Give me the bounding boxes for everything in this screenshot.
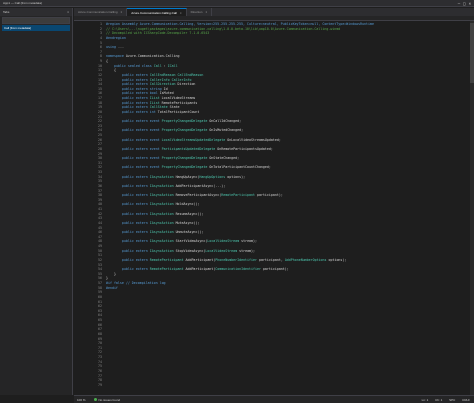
cursor-position: Ln: 1 Ch: 1 SPC CRLF xyxy=(416,398,474,402)
tab-calling[interactable]: Azure.Communication.Calling × xyxy=(74,8,128,16)
check-icon xyxy=(93,398,97,401)
column-indicator: Ch: 1 xyxy=(435,397,443,402)
minimize-icon[interactable]: – xyxy=(458,1,460,6)
code-editor[interactable]: 1 2 3 4 5 6 7 8 9 10 11 12 13 14 15 16 17 18 19 20 21 22 23 24 2… xyxy=(74,21,474,395)
tab-call[interactable]: Azure.Communication.Calling.Call × xyxy=(127,8,187,16)
close-icon[interactable]: × xyxy=(205,10,207,14)
tab-direction[interactable]: Direction × xyxy=(187,8,213,16)
tabs-panel-header: Tabs × xyxy=(0,8,72,16)
close-icon[interactable]: × xyxy=(67,10,72,14)
issues-indicator[interactable]: No issues found xyxy=(93,397,121,402)
tab-label: Azure.Communication.Calling.Call xyxy=(131,10,177,15)
line-numbers: 1 2 3 4 5 6 7 8 9 10 11 12 13 14 15 16 17 18 19 20 21 22 23 24 2… xyxy=(74,21,104,387)
scrollbar-thumb[interactable] xyxy=(470,23,474,83)
line-ending-indicator[interactable]: CRLF xyxy=(462,398,470,402)
search-input[interactable] xyxy=(2,17,70,24)
title-bar: App1 — Call (from metadata) – □ × xyxy=(0,0,474,7)
code-area[interactable]: #region Assembly Azure.Communication.Cal… xyxy=(106,21,470,290)
tab-label: Direction xyxy=(190,10,203,14)
zoom-level[interactable]: 100 % xyxy=(74,398,86,402)
code-line: #endif xyxy=(106,285,118,290)
tabs-panel: Tabs × Call [from metadata] xyxy=(0,8,73,395)
issues-text: No issues found xyxy=(98,397,121,402)
tab-label: Azure.Communication.Calling xyxy=(78,10,118,14)
whitespace-indicator[interactable]: SPC xyxy=(449,398,455,402)
tabs-panel-title: Tabs xyxy=(3,10,10,14)
status-bar: 100 % No issues found Ln: 1 Ch: 1 SPC CR… xyxy=(74,395,474,403)
close-icon[interactable]: × xyxy=(121,10,123,14)
line-number: 79 xyxy=(98,382,102,387)
window-title: App1 — Call (from metadata) xyxy=(3,1,43,5)
line-indicator: Ln: 1 xyxy=(421,397,429,402)
document-tabs: Azure.Communication.Calling × Azure.Comm… xyxy=(74,8,474,16)
close-icon[interactable]: × xyxy=(469,1,471,6)
close-icon[interactable]: × xyxy=(180,11,182,15)
window-controls: – □ × xyxy=(458,1,474,6)
selected-tab-item[interactable]: Call [from metadata] xyxy=(2,25,70,31)
vertical-scrollbar[interactable] xyxy=(470,21,474,395)
maximize-icon[interactable]: □ xyxy=(463,1,465,6)
